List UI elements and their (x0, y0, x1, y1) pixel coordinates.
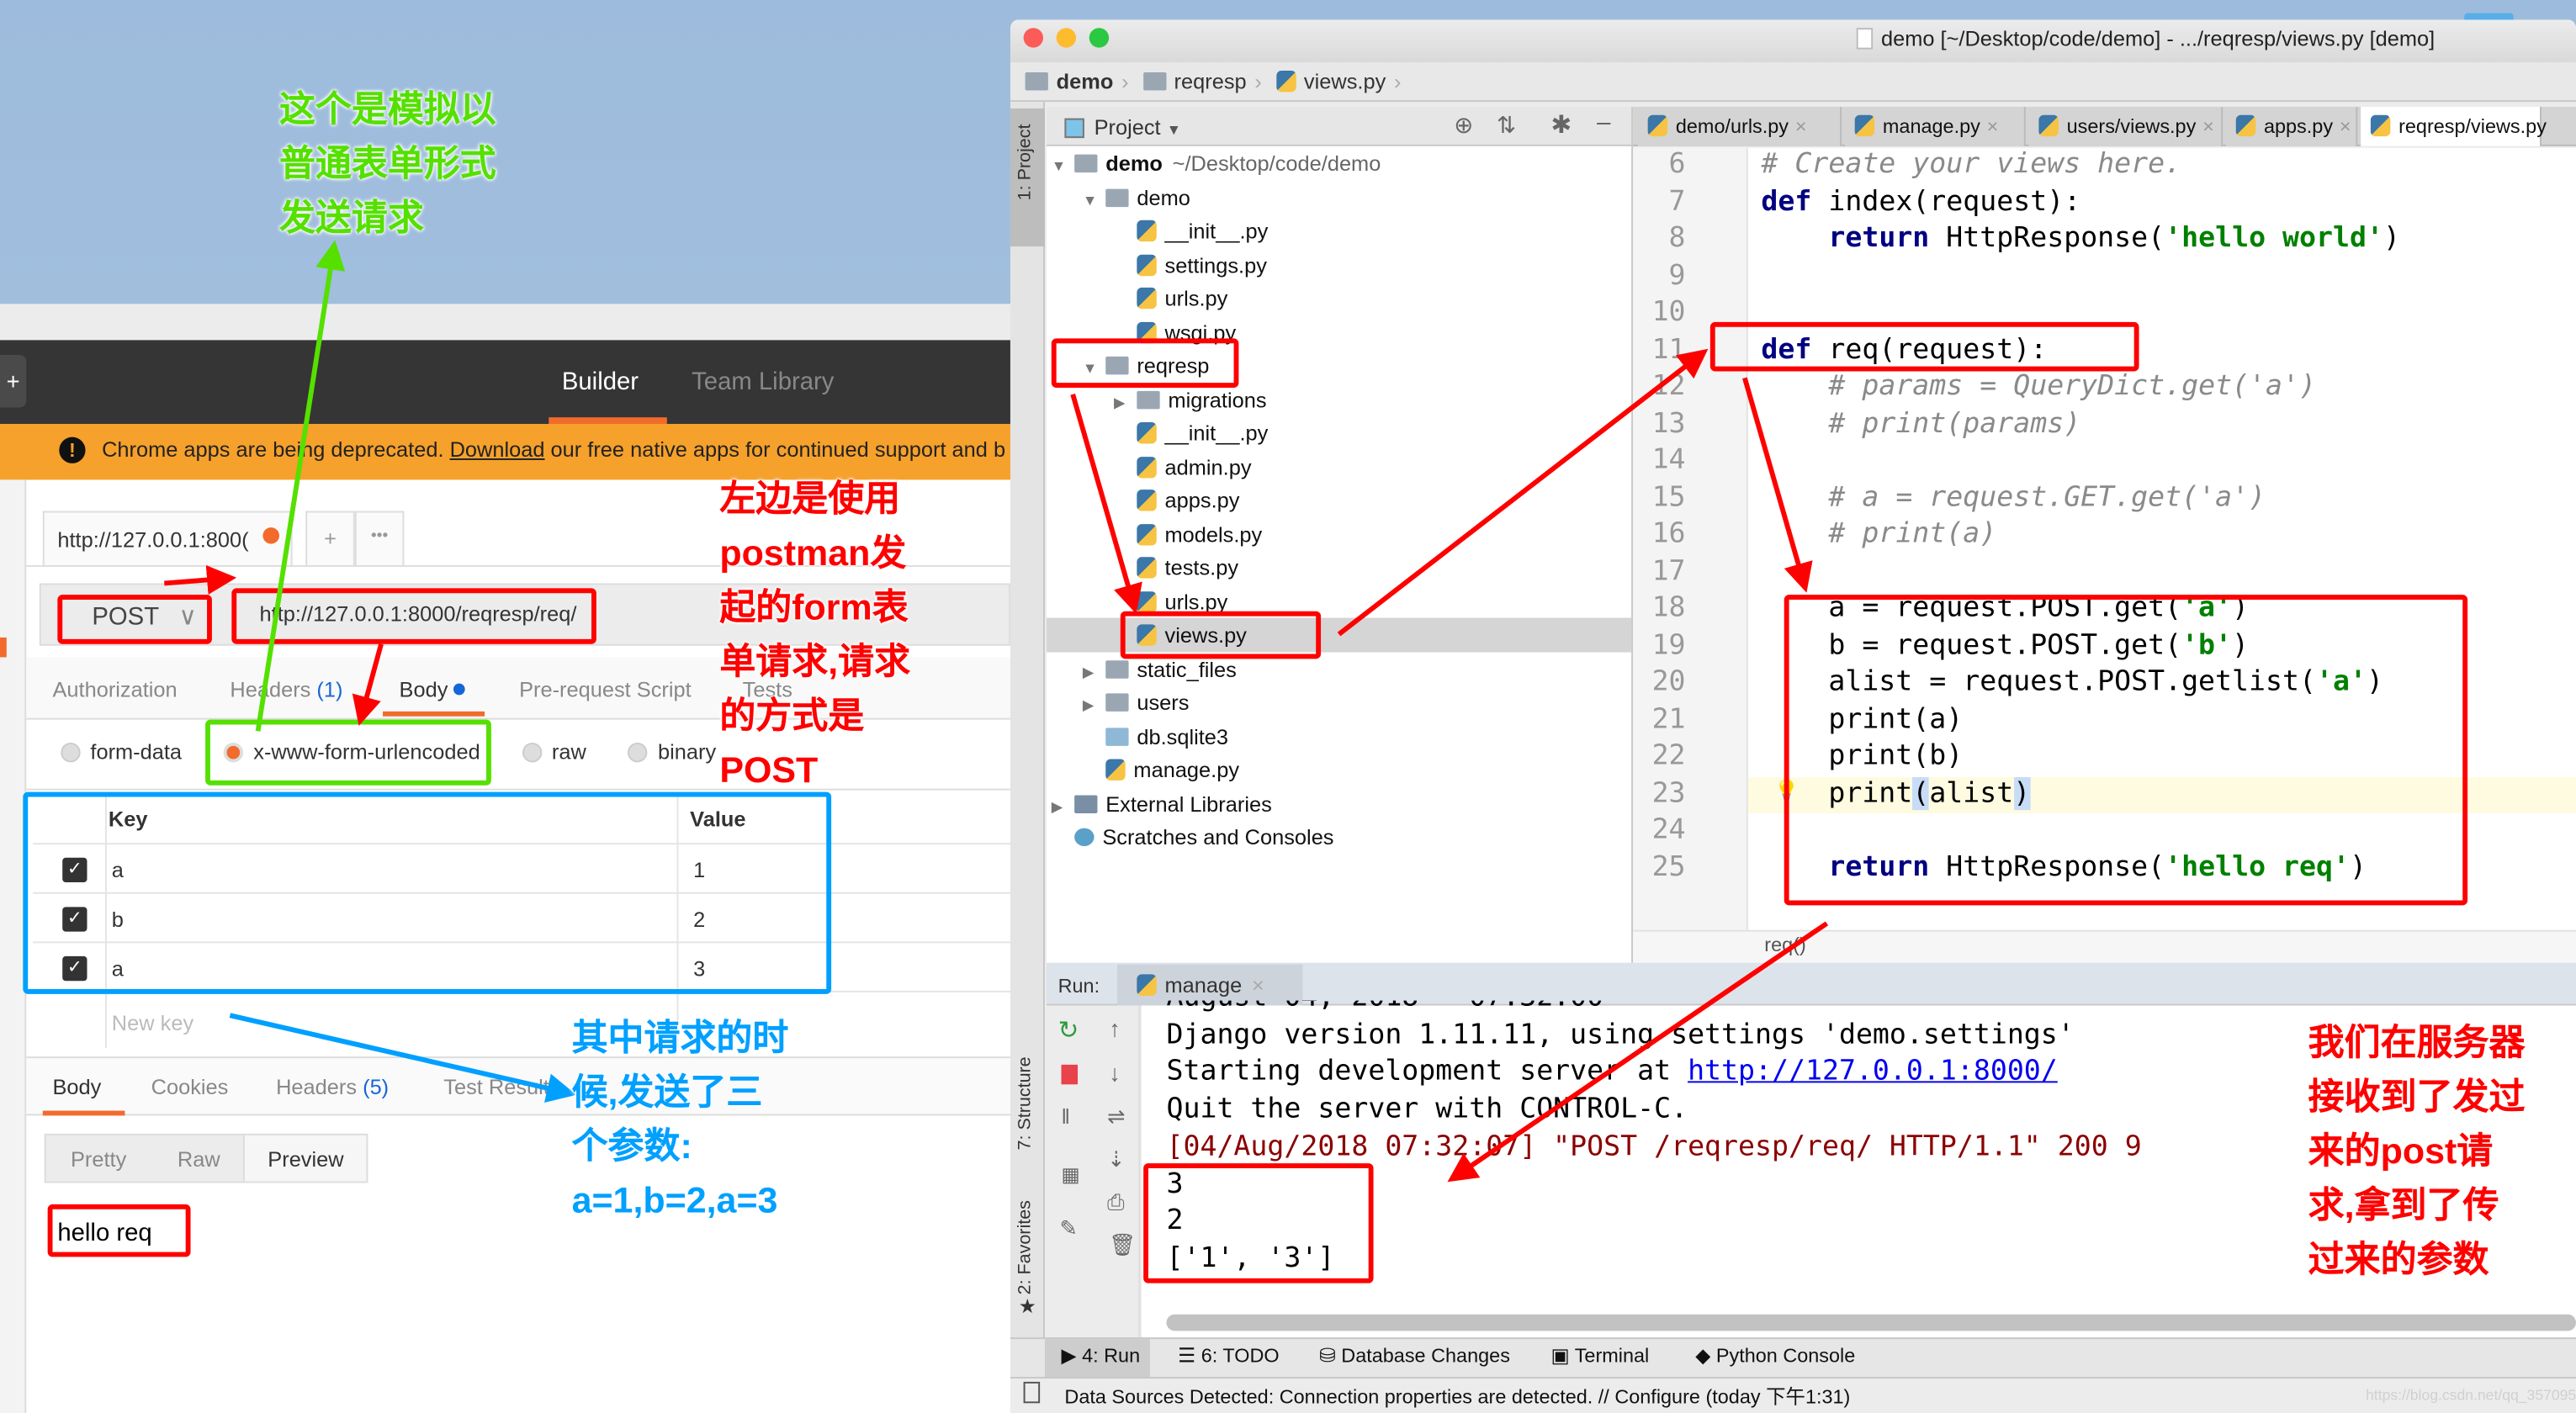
annotation-line: postman发 (719, 532, 907, 574)
annotation-line: 候,发送了三 (571, 1071, 763, 1113)
annotation-line: 起的form表 (719, 586, 909, 628)
annotation-line: 普通表单形式 (278, 142, 496, 184)
annotation-line: 的方式是 (719, 695, 865, 737)
red-arrow (1070, 394, 1142, 615)
annotation-left-red: 左边是使用 postman发 起的form表 单请求,请求 的方式是 POST (719, 472, 910, 797)
annotation-line: 来的post请 (2308, 1130, 2494, 1172)
blue-arrow (229, 1013, 577, 1103)
red-arrow (1742, 377, 1813, 593)
annotation-line: 这个是模拟以 (278, 88, 496, 130)
annotation-line: 发送请求 (278, 197, 424, 239)
annotation-line: 左边是使用 (719, 478, 901, 520)
annotation-line: a=1,b=2,a=3 (571, 1179, 778, 1221)
annotation-line: 求,拿到了传 (2308, 1184, 2499, 1226)
annotation-line: 接收到了发过 (2308, 1076, 2526, 1118)
annotation-blue: 其中请求的时 候,发送了三 个参数: a=1,b=2,a=3 (572, 1010, 789, 1227)
annotation-line: POST (719, 749, 819, 791)
red-arrow (1447, 921, 1829, 1183)
annotation-line: 其中请求的时 (571, 1017, 789, 1059)
annotation-line: 单请求,请求 (719, 640, 911, 682)
annotation-right-red: 我们在服务器 接收到了发过 来的post请 求,拿到了传 过来的参数 (2308, 1015, 2526, 1286)
annotation-line: 我们在服务器 (2308, 1022, 2526, 1063)
annotation-green: 这个是模拟以 普通表单形式 发送请求 (279, 82, 496, 245)
red-arrow (1337, 348, 1709, 637)
screen: + Builder Team Library Chrome apps are b… (0, 0, 2576, 1413)
red-arrow (164, 564, 237, 595)
green-arrow (255, 240, 346, 732)
annotation-line: 过来的参数 (2308, 1238, 2489, 1280)
annotation-line: 个参数: (571, 1125, 692, 1167)
red-arrow (352, 643, 384, 727)
